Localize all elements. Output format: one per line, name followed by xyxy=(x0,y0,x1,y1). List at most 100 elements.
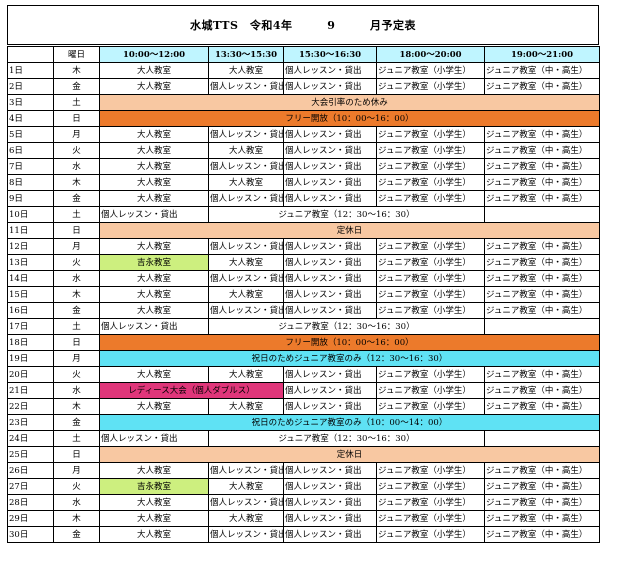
header-slot-2: 13:30〜15:30 xyxy=(208,46,284,63)
slot-cell: 個人レッスン・貸出 xyxy=(283,174,377,191)
slot-cell: 大人教室 xyxy=(208,510,284,527)
saturday-lesson-cell: 個人レッスン・貸出 xyxy=(99,318,209,335)
slot-cell: ジュニア教室（中・高生） xyxy=(484,494,600,511)
header-date xyxy=(7,46,54,63)
slot-cell: ジュニア教室（中・高生） xyxy=(484,174,600,191)
table-row: 20日火大人教室 大人教室 個人レッスン・貸出 ジュニア教室（小学生） ジュニア教室（中… xyxy=(7,366,600,383)
date-cell: 11日 xyxy=(7,222,54,239)
slot-cell: 個人レッスン・貸出 xyxy=(283,126,377,143)
full-day-note: 祝日のためジュニア教室のみ（12：30〜16：30） xyxy=(99,350,600,367)
slot-cell: ジュニア教室（小学生） xyxy=(376,62,485,79)
slot-cell: ジュニア教室（小学生） xyxy=(376,286,485,303)
weekday-cell: 月 xyxy=(53,462,100,479)
full-day-note: 大会引率のため休み xyxy=(99,94,600,111)
slot-cell: ジュニア教室（小学生） xyxy=(376,462,485,479)
slot-cell: ジュニア教室（小学生） xyxy=(376,142,485,159)
slot-cell: 個人レッスン・貸出 xyxy=(283,462,377,479)
slot-cell: 個人レッスン・貸出 xyxy=(283,158,377,175)
slot-cell: 大人教室 xyxy=(99,510,209,527)
slot-cell: ジュニア教室（中・高生） xyxy=(484,238,600,255)
slot-cell: ジュニア教室（中・高生） xyxy=(484,302,600,319)
event-cell: レディース大会（個人ダブルス） xyxy=(99,382,284,399)
date-cell: 17日 xyxy=(7,318,54,335)
weekday-cell: 日 xyxy=(53,110,100,127)
empty-cell xyxy=(484,206,600,223)
table-row: 5日月大人教室 個人レッスン・貸出 個人レッスン・貸出 ジュニア教室（小学生） ジュニア… xyxy=(7,126,600,143)
table-row: 22日木大人教室 大人教室 個人レッスン・貸出 ジュニア教室（小学生） ジュニア教室（中… xyxy=(7,398,600,415)
saturday-lesson-cell: 個人レッスン・貸出 xyxy=(99,206,209,223)
date-cell: 4日 xyxy=(7,110,54,127)
weekday-cell: 金 xyxy=(53,414,100,431)
table-row: 17日土個人レッスン・貸出 ジュニア教室（12：30〜16：30） xyxy=(7,318,600,335)
table-row: 29日木大人教室 大人教室 個人レッスン・貸出 ジュニア教室（小学生） ジュニア教室（中… xyxy=(7,510,600,527)
slot-cell: 大人教室 xyxy=(208,142,284,159)
slot-cell: 大人教室 xyxy=(208,254,284,271)
slot-cell: 個人レッスン・貸出 xyxy=(208,494,284,511)
schedule-table: 曜日 10:00〜12:00 13:30〜15:30 15:30〜16:30 1… xyxy=(7,46,600,543)
slot-cell: 大人教室 xyxy=(208,366,284,383)
title-right: 月予定表 xyxy=(370,19,416,32)
slot-cell: 個人レッスン・貸出 xyxy=(283,62,377,79)
full-day-note: 定休日 xyxy=(99,446,600,463)
slot-cell: 個人レッスン・貸出 xyxy=(283,238,377,255)
slot-cell: ジュニア教室（小学生） xyxy=(376,302,485,319)
weekday-cell: 日 xyxy=(53,446,100,463)
header-slot-3: 15:30〜16:30 xyxy=(283,46,377,63)
table-row: 14日水大人教室 個人レッスン・貸出 個人レッスン・貸出 ジュニア教室（小学生） ジュニ… xyxy=(7,270,600,287)
slot-cell: 大人教室 xyxy=(99,142,209,159)
header-slot-5: 19:00〜21:00 xyxy=(484,46,600,63)
slot-cell: ジュニア教室（小学生） xyxy=(376,366,485,383)
weekday-cell: 火 xyxy=(53,478,100,495)
table-row: 6日火大人教室 大人教室 個人レッスン・貸出 ジュニア教室（小学生） ジュニア教室（中・… xyxy=(7,142,600,159)
saturday-junior-cell: ジュニア教室（12：30〜16：30） xyxy=(208,318,485,335)
table-row: 11日日定休日 xyxy=(7,222,600,239)
slot-cell: 個人レッスン・貸出 xyxy=(208,190,284,207)
slot-cell: ジュニア教室（中・高生） xyxy=(484,286,600,303)
slot-cell: ジュニア教室（中・高生） xyxy=(484,254,600,271)
saturday-junior-cell: ジュニア教室（12：30〜16：30） xyxy=(208,206,485,223)
date-cell: 8日 xyxy=(7,174,54,191)
slot-cell: 個人レッスン・貸出 xyxy=(283,510,377,527)
slot-cell: ジュニア教室（小学生） xyxy=(376,78,485,95)
weekday-cell: 火 xyxy=(53,366,100,383)
slot-cell: ジュニア教室（中・高生） xyxy=(484,158,600,175)
weekday-cell: 木 xyxy=(53,174,100,191)
table-row: 27日火吉永教室 大人教室 個人レッスン・貸出 ジュニア教室（小学生） ジュニア教室（中… xyxy=(7,478,600,495)
weekday-cell: 月 xyxy=(53,350,100,367)
empty-cell xyxy=(484,430,600,447)
full-day-note: フリー開放（10：00〜16：00） xyxy=(99,334,600,351)
header-slot-1: 10:00〜12:00 xyxy=(99,46,209,63)
table-row: 16日金大人教室 個人レッスン・貸出 個人レッスン・貸出 ジュニア教室（小学生） ジュニ… xyxy=(7,302,600,319)
slot-cell: 個人レッスン・貸出 xyxy=(283,478,377,495)
date-cell: 23日 xyxy=(7,414,54,431)
date-cell: 28日 xyxy=(7,494,54,511)
date-cell: 14日 xyxy=(7,270,54,287)
slot-cell: ジュニア教室（中・高生） xyxy=(484,462,600,479)
table-row: 2日金大人教室 個人レッスン・貸出 個人レッスン・貸出 ジュニア教室（小学生） ジュニア… xyxy=(7,78,600,95)
slot-cell: 個人レッスン・貸出 xyxy=(208,462,284,479)
title-left: 水城TTS 令和4年 xyxy=(189,19,293,32)
table-row: 19日月祝日のためジュニア教室のみ（12：30〜16：30） xyxy=(7,350,600,367)
slot-cell: ジュニア教室（中・高生） xyxy=(484,398,600,415)
weekday-cell: 水 xyxy=(53,382,100,399)
weekday-cell: 金 xyxy=(53,302,100,319)
slot-cell: ジュニア教室（中・高生） xyxy=(484,478,600,495)
date-cell: 6日 xyxy=(7,142,54,159)
date-cell: 19日 xyxy=(7,350,54,367)
table-row: 24日土個人レッスン・貸出 ジュニア教室（12：30〜16：30） xyxy=(7,430,600,447)
table-row: 9日金大人教室 個人レッスン・貸出 個人レッスン・貸出 ジュニア教室（小学生） ジュニア… xyxy=(7,190,600,207)
table-row: 15日木大人教室 大人教室 個人レッスン・貸出 ジュニア教室（小学生） ジュニア教室（中… xyxy=(7,286,600,303)
column-header-row: 曜日 10:00〜12:00 13:30〜15:30 15:30〜16:30 1… xyxy=(7,46,600,63)
date-cell: 27日 xyxy=(7,478,54,495)
slot-cell: 個人レッスン・貸出 xyxy=(208,78,284,95)
slot-cell: 個人レッスン・貸出 xyxy=(283,366,377,383)
date-cell: 30日 xyxy=(7,526,54,543)
weekday-cell: 月 xyxy=(53,126,100,143)
slot-cell: ジュニア教室（中・高生） xyxy=(484,142,600,159)
slot-cell: ジュニア教室（小学生） xyxy=(376,478,485,495)
slot-cell: 個人レッスン・貸出 xyxy=(208,238,284,255)
slot-cell: 大人教室 xyxy=(99,366,209,383)
slot-cell: ジュニア教室（小学生） xyxy=(376,190,485,207)
weekday-cell: 土 xyxy=(53,430,100,447)
date-cell: 16日 xyxy=(7,302,54,319)
